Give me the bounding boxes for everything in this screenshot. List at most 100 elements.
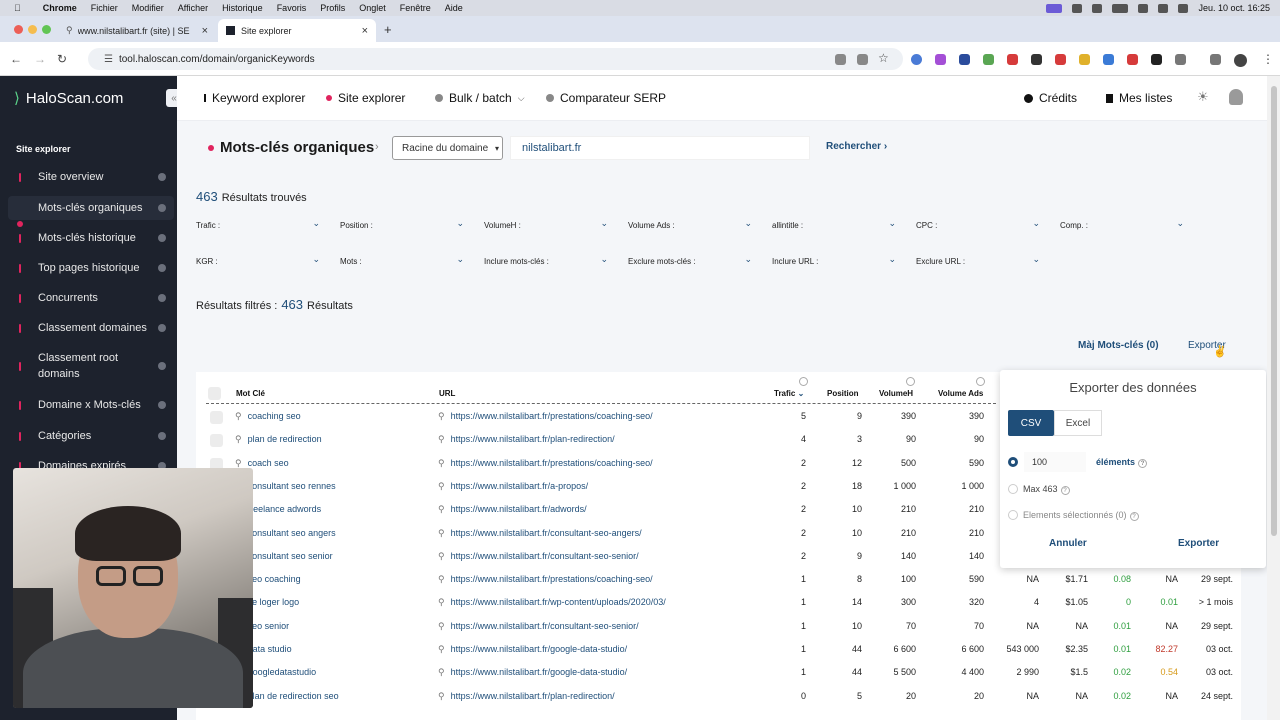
filter-mots[interactable]: Mots : ⌄	[340, 251, 466, 271]
keyword-cell[interactable]: ⚲ plan de redirection	[235, 434, 322, 445]
sidebar-item-top-pages-historique[interactable]: Top pages historique	[8, 257, 174, 279]
search-icon[interactable]: ⚲	[438, 644, 445, 654]
menu-afficher[interactable]: Afficher	[178, 3, 208, 13]
sidebar-item-categories[interactable]: Catégories	[8, 425, 174, 447]
search-icon[interactable]: ⚲	[438, 667, 445, 677]
radio-selected[interactable]	[1008, 510, 1018, 520]
filter-volume-ads[interactable]: Volume Ads : ⌄	[628, 215, 754, 235]
filter-inclure-url[interactable]: Inclure URL : ⌄	[772, 251, 898, 271]
table-row[interactable]: ⚲ se loger logo ⚲ https://www.nilstalibart.…	[196, 591, 1241, 614]
url-cell[interactable]: ⚲ https://www.nilstalibart.fr/prestations…	[438, 458, 653, 469]
filter-allintitle[interactable]: allintitle : ⌄	[772, 215, 898, 235]
menu-modifier[interactable]: Modifier	[132, 3, 164, 13]
filter-position[interactable]: Position : ⌄	[340, 215, 466, 235]
new-tab-plus-icon[interactable]: +	[384, 22, 392, 37]
url-cell[interactable]: ⚲ https://www.nilstalibart.fr/a-propos/	[438, 481, 588, 492]
search-icon[interactable]: ⚲	[438, 574, 445, 584]
col-header-position[interactable]: Position	[827, 389, 859, 398]
info-icon[interactable]	[906, 377, 915, 386]
sidebar-item-mots-cles-historique[interactable]: Mots-clés historique	[8, 227, 174, 249]
url-cell[interactable]: ⚲ https://www.nilstalibart.fr/plan-redire…	[438, 691, 615, 702]
nav-keyword-explorer[interactable]: Keyword explorer	[204, 91, 305, 105]
window-close-icon[interactable]	[14, 25, 23, 34]
cancel-button[interactable]: Annuler	[1049, 538, 1087, 549]
row-checkbox[interactable]	[210, 434, 223, 448]
search-icon[interactable]: ⚲	[438, 691, 445, 701]
table-row[interactable]: ⚲ seo coaching ⚲ https://www.nilstalibart.f…	[196, 568, 1241, 591]
haloscan-logo[interactable]: ⟩ HaloScan.com	[14, 89, 123, 107]
screen-record-icon[interactable]	[1046, 3, 1063, 13]
nav-site-explorer[interactable]: Site explorer	[326, 91, 405, 105]
control-center-icon[interactable]	[1178, 3, 1189, 13]
filter-kgr[interactable]: KGR : ⌄	[196, 251, 322, 271]
url-cell[interactable]: ⚲ https://www.nilstalibart.fr/plan-redire…	[438, 434, 615, 445]
menu-favoris[interactable]: Favoris	[277, 3, 307, 13]
bookmark-star-icon[interactable]: ☆	[878, 51, 889, 65]
filter-cpc[interactable]: CPC : ⌄	[916, 215, 1042, 235]
format-excel-button[interactable]: Excel	[1054, 410, 1102, 436]
bluetooth-icon[interactable]	[1092, 3, 1103, 13]
forward-arrow-icon[interactable]: →	[34, 52, 46, 66]
format-csv-button[interactable]: CSV	[1008, 410, 1054, 436]
search-icon[interactable]: ⚲	[235, 434, 242, 444]
extension-icon-9[interactable]	[1103, 54, 1114, 65]
extension-icon-10[interactable]	[1127, 54, 1138, 65]
extensions-puzzle-icon[interactable]	[1175, 54, 1186, 65]
menu-fenetre[interactable]: Fenêtre	[400, 3, 431, 13]
search-icon[interactable]: ⚲	[438, 458, 445, 468]
profile-avatar-icon[interactable]	[1234, 54, 1247, 67]
table-row[interactable]: ⚲ plan de redirection seo ⚲ https://www.nil…	[196, 685, 1241, 708]
search-icon[interactable]: ⚲	[438, 528, 445, 538]
menu-profils[interactable]: Profils	[320, 3, 345, 13]
wifi-icon[interactable]	[1138, 3, 1149, 13]
nav-mes-listes[interactable]: Mes listes	[1106, 91, 1172, 105]
battery-icon[interactable]	[1112, 3, 1129, 13]
filter-trafic[interactable]: Trafic : ⌄	[196, 215, 322, 235]
extension-icon-1[interactable]	[911, 54, 922, 65]
url-cell[interactable]: ⚲ https://www.nilstalibart.fr/google-data…	[438, 667, 627, 678]
menu-aide[interactable]: Aide	[445, 3, 463, 13]
extension-icon-5[interactable]	[1007, 54, 1018, 65]
search-icon[interactable]: ⚲	[438, 551, 445, 561]
address-bar[interactable]: ☰ tool.haloscan.com/domain/organicKeywor…	[88, 48, 903, 70]
nav-credits[interactable]: Crédits	[1024, 91, 1077, 105]
search-icon[interactable]: ⚲	[438, 621, 445, 631]
tab-close-icon[interactable]: ×	[202, 25, 208, 37]
extension-icon-2[interactable]	[935, 54, 946, 65]
search-icon[interactable]: ⚲	[438, 597, 445, 607]
url-cell[interactable]: ⚲ https://www.nilstalibart.fr/consultant-…	[438, 621, 639, 632]
keyword-cell[interactable]: ⚲ coaching seo	[235, 411, 301, 422]
col-header-url[interactable]: URL	[439, 389, 455, 398]
filter-comp[interactable]: Comp. : ⌄	[1060, 215, 1186, 235]
help-icon[interactable]: ?	[1129, 512, 1139, 521]
extension-icon-11[interactable]	[1151, 54, 1162, 65]
chrome-menu-icon[interactable]: ⋮	[1262, 52, 1274, 66]
url-cell[interactable]: ⚲ https://www.nilstalibart.fr/consultant-…	[438, 551, 639, 562]
export-count-input[interactable]: 100	[1024, 452, 1086, 472]
confirm-export-button[interactable]: Exporter	[1178, 538, 1219, 549]
extension-icon-8[interactable]	[1079, 54, 1090, 65]
extension-icon-4[interactable]	[983, 54, 994, 65]
sidebar-item-domaine-x-mots-cles[interactable]: Domaine x Mots-clés	[8, 394, 174, 416]
info-icon[interactable]	[976, 377, 985, 386]
key-icon[interactable]	[835, 54, 846, 65]
user-avatar-icon[interactable]	[1229, 89, 1243, 105]
filter-exclure-url[interactable]: Exclure URL : ⌄	[916, 251, 1042, 271]
cloud-icon[interactable]	[1072, 3, 1083, 13]
reload-icon[interactable]: ↻	[57, 52, 67, 66]
window-minimize-icon[interactable]	[28, 25, 37, 34]
search-icon[interactable]: ⚲	[235, 458, 242, 468]
sidebar-item-mots-cles-organiques[interactable]: Mots-clés organiques	[8, 196, 174, 227]
col-header-traffic[interactable]: Trafic ⌄	[774, 389, 804, 398]
col-header-volumeh[interactable]: VolumeH	[879, 389, 913, 398]
root-domain-select[interactable]: Racine du domaine ▾	[392, 136, 503, 160]
col-header-keyword[interactable]: Mot Clé	[236, 389, 265, 398]
translate-icon[interactable]	[857, 54, 868, 65]
sidebar-item-classement-domaines[interactable]: Classement domaines	[8, 317, 174, 339]
nav-comparateur-serp[interactable]: Comparateur SERP	[546, 91, 666, 105]
filter-inclure-mots-cles[interactable]: Inclure mots-clés : ⌄	[484, 251, 610, 271]
info-icon[interactable]	[799, 377, 808, 386]
search-icon[interactable]: ⚲	[438, 411, 445, 421]
search-button[interactable]: Rechercher ›	[826, 141, 887, 152]
url-cell[interactable]: ⚲ https://www.nilstalibart.fr/prestations…	[438, 574, 653, 585]
